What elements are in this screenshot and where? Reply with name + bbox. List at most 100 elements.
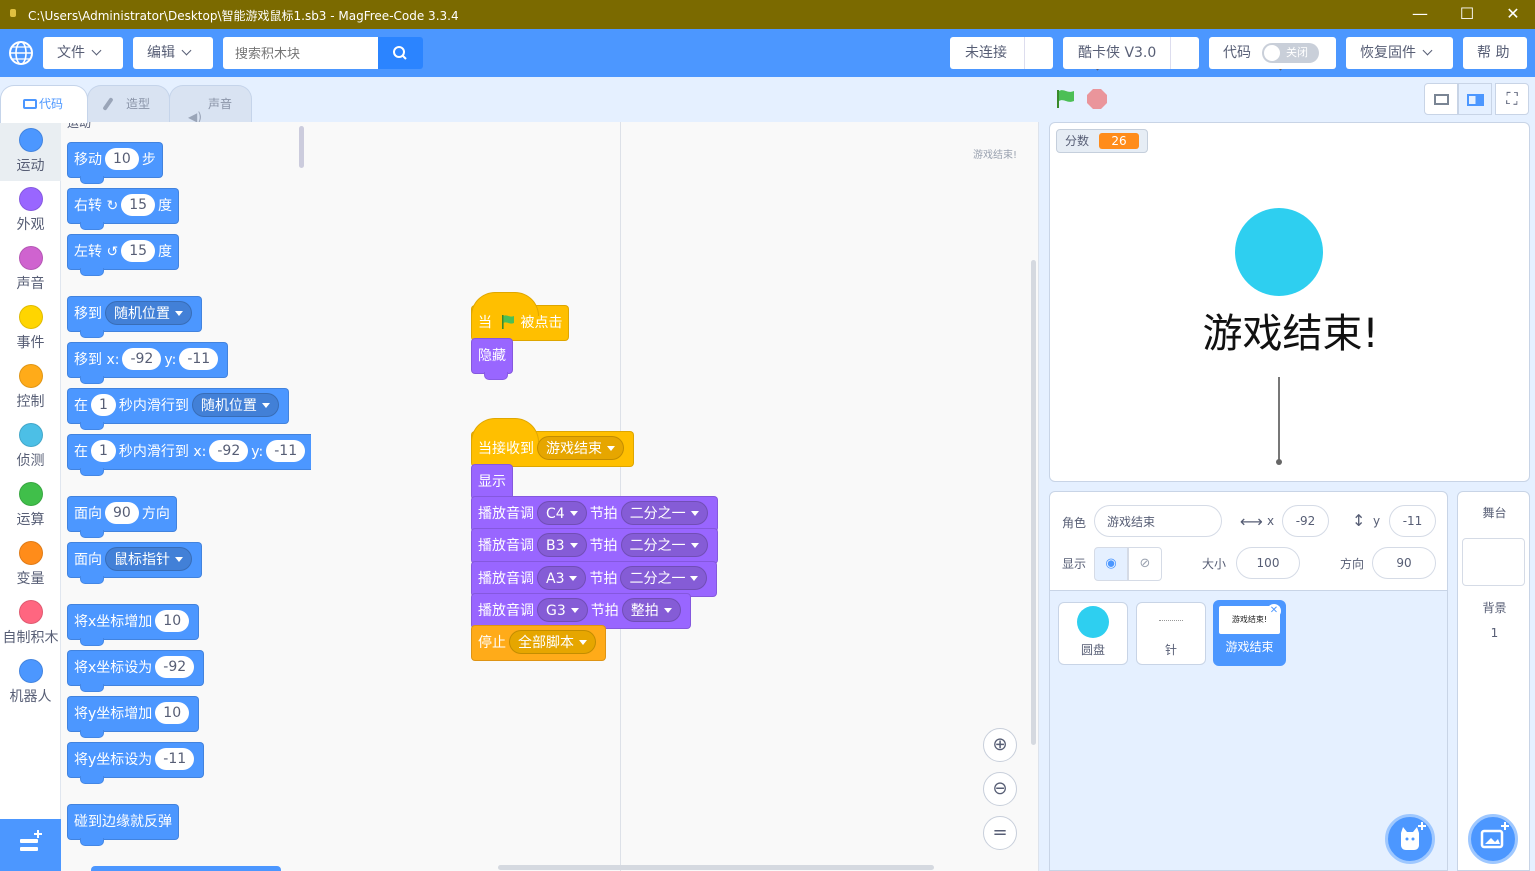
device-select-button[interactable]: 酷卡侠 V3.0: [1063, 37, 1286, 71]
category-robot[interactable]: 机器人: [0, 653, 61, 712]
sprite-direction-input[interactable]: 90: [1372, 547, 1436, 579]
block-hide[interactable]: 隐藏: [471, 338, 513, 380]
block-glide-xy[interactable]: 在 1 秒内滑行到 x: -92 y: -11: [67, 434, 311, 476]
steps-input[interactable]: 10: [105, 148, 139, 170]
block-set-y[interactable]: 将y坐标设为 -11: [67, 742, 205, 784]
green-flag-icon[interactable]: [1054, 88, 1076, 110]
connection-button[interactable]: 未连接: [950, 37, 1103, 71]
y-input[interactable]: -11: [179, 348, 219, 370]
glide-target-dropdown[interactable]: 随机位置: [191, 393, 279, 417]
minimize-icon[interactable]: —: [1397, 0, 1443, 29]
zoom-out-button[interactable]: ⊖: [983, 772, 1017, 806]
add-extension-button[interactable]: [0, 819, 61, 871]
disc-sprite[interactable]: [1235, 208, 1323, 296]
block-change-y[interactable]: 将y坐标增加 10: [67, 696, 200, 738]
tab-code[interactable]: 代码: [0, 85, 88, 123]
zoom-reset-button[interactable]: =: [983, 816, 1017, 850]
block-turn-left[interactable]: 左转 ↺ 15 度: [67, 234, 180, 276]
language-globe-icon[interactable]: [8, 40, 34, 66]
edit-menu-button[interactable]: 编辑: [133, 37, 213, 69]
block-play-note[interactable]: 播放音调 G3 节拍 整拍: [471, 593, 691, 629]
block-glide-to[interactable]: 在 1 秒内滑行到 随机位置: [67, 388, 289, 430]
category-sensing[interactable]: 侦测: [0, 417, 61, 476]
sprite-size-input[interactable]: 100: [1236, 547, 1300, 579]
sprite-thumb-disc[interactable]: 圆盘: [1058, 602, 1128, 665]
block-play-note[interactable]: 播放音调 B3 节拍 二分之一: [471, 528, 718, 564]
sprite-name-input[interactable]: [1094, 505, 1222, 537]
stop-option-dropdown[interactable]: 全部脚本: [509, 630, 596, 654]
block-change-x[interactable]: 将x坐标增加 10: [67, 604, 200, 646]
note-dropdown[interactable]: B3: [537, 533, 587, 557]
block-goto[interactable]: 移到 随机位置: [67, 296, 202, 338]
tab-sounds[interactable]: ◀) 声音: [169, 85, 252, 124]
fullscreen-button[interactable]: ⛶: [1495, 83, 1529, 115]
degrees-input[interactable]: 15: [121, 240, 156, 262]
towards-dropdown[interactable]: 鼠标指针: [105, 547, 192, 571]
needle-sprite[interactable]: [1278, 377, 1280, 461]
backdrop-thumbnail[interactable]: [1462, 538, 1525, 586]
block-stop[interactable]: 停止 全部脚本: [471, 625, 606, 661]
show-sprite-button[interactable]: ◉: [1094, 547, 1128, 581]
game-over-text-sprite[interactable]: 游戏结束!: [1050, 301, 1529, 359]
sprite-thumb-needle[interactable]: 针: [1136, 602, 1206, 665]
category-events[interactable]: 事件: [0, 299, 61, 358]
block-when-flag-clicked[interactable]: 当 被点击: [471, 292, 570, 341]
zoom-in-button[interactable]: ⊕: [983, 728, 1017, 762]
search-button[interactable]: [378, 37, 423, 69]
block-bounce-on-edge[interactable]: 碰到边缘就反弹: [67, 804, 179, 846]
normal-stage-button[interactable]: [1458, 83, 1492, 115]
block-play-note[interactable]: 播放音调 C4 节拍 二分之一: [471, 496, 718, 532]
small-stage-button[interactable]: [1424, 83, 1458, 115]
block-turn-right[interactable]: 右转 ↻ 15 度: [67, 188, 180, 230]
beat-dropdown[interactable]: 二分之一: [620, 566, 708, 590]
direction-input[interactable]: 90: [105, 502, 139, 524]
degrees-input[interactable]: 15: [121, 194, 156, 216]
category-variables[interactable]: 变量: [0, 535, 61, 594]
block-point-towards[interactable]: 面向 鼠标指针: [67, 542, 202, 584]
seconds-input[interactable]: 1: [91, 440, 116, 462]
script-workspace[interactable]: 游戏结束! 当 被点击 隐藏 当接收到 游戏结束 显示 播放音调 C4 节拍 二分之一 …: [311, 122, 1039, 871]
vertical-scrollbar[interactable]: [1031, 260, 1036, 745]
delete-sprite-icon[interactable]: ✕: [1267, 604, 1281, 618]
hide-sprite-button[interactable]: ⊘: [1128, 547, 1162, 581]
block-point-direction[interactable]: 面向 90 方向: [67, 496, 177, 538]
maximize-icon[interactable]: ☐: [1444, 0, 1490, 29]
category-my-blocks[interactable]: 自制积木: [0, 594, 61, 653]
beat-dropdown[interactable]: 二分之一: [620, 533, 708, 557]
code-toggle-switch[interactable]: 关闭: [1262, 43, 1319, 63]
tab-costumes[interactable]: 造型: [87, 85, 170, 123]
sprite-x-input[interactable]: -92: [1282, 505, 1329, 537]
block-show[interactable]: 显示: [471, 464, 513, 500]
value-input[interactable]: -11: [155, 748, 195, 770]
file-menu-button[interactable]: 文件: [43, 37, 123, 69]
stage-canvas[interactable]: 分数 26 游戏结束!: [1049, 122, 1530, 482]
close-icon[interactable]: ✕: [1490, 0, 1535, 29]
block-partial[interactable]: [91, 866, 281, 871]
block-play-note[interactable]: 播放音调 A3 节拍 二分之一: [471, 561, 718, 597]
message-dropdown[interactable]: 游戏结束: [537, 436, 624, 460]
block-move-steps[interactable]: 移动 10 步: [67, 142, 163, 184]
palette-scrollbar[interactable]: [299, 126, 304, 168]
stop-icon[interactable]: [1086, 88, 1108, 110]
x-input[interactable]: -92: [209, 440, 249, 462]
block-set-x[interactable]: 将x坐标设为 -92: [67, 650, 205, 692]
help-button[interactable]: 帮 助: [1463, 37, 1527, 69]
category-control[interactable]: 控制: [0, 358, 61, 417]
category-sound[interactable]: 声音: [0, 240, 61, 299]
category-motion[interactable]: 运动: [0, 122, 61, 181]
block-when-receive[interactable]: 当接收到 游戏结束: [471, 418, 634, 467]
category-looks[interactable]: 外观: [0, 181, 61, 240]
sprite-thumb-game-over[interactable]: 游戏结束! 游戏结束 ✕: [1213, 600, 1286, 666]
value-input[interactable]: 10: [155, 610, 190, 632]
block-goto-xy[interactable]: 移到 x: -92 y: -11: [67, 342, 229, 384]
category-operators[interactable]: 运算: [0, 476, 61, 535]
block-search-input[interactable]: [223, 37, 378, 69]
note-dropdown[interactable]: C4: [537, 501, 587, 525]
goto-target-dropdown[interactable]: 随机位置: [105, 301, 192, 325]
note-dropdown[interactable]: A3: [537, 566, 587, 590]
beat-dropdown[interactable]: 二分之一: [620, 501, 708, 525]
value-input[interactable]: -92: [155, 656, 195, 678]
seconds-input[interactable]: 1: [91, 394, 116, 416]
add-backdrop-button[interactable]: [1468, 814, 1518, 864]
beat-dropdown[interactable]: 整拍: [621, 598, 681, 622]
